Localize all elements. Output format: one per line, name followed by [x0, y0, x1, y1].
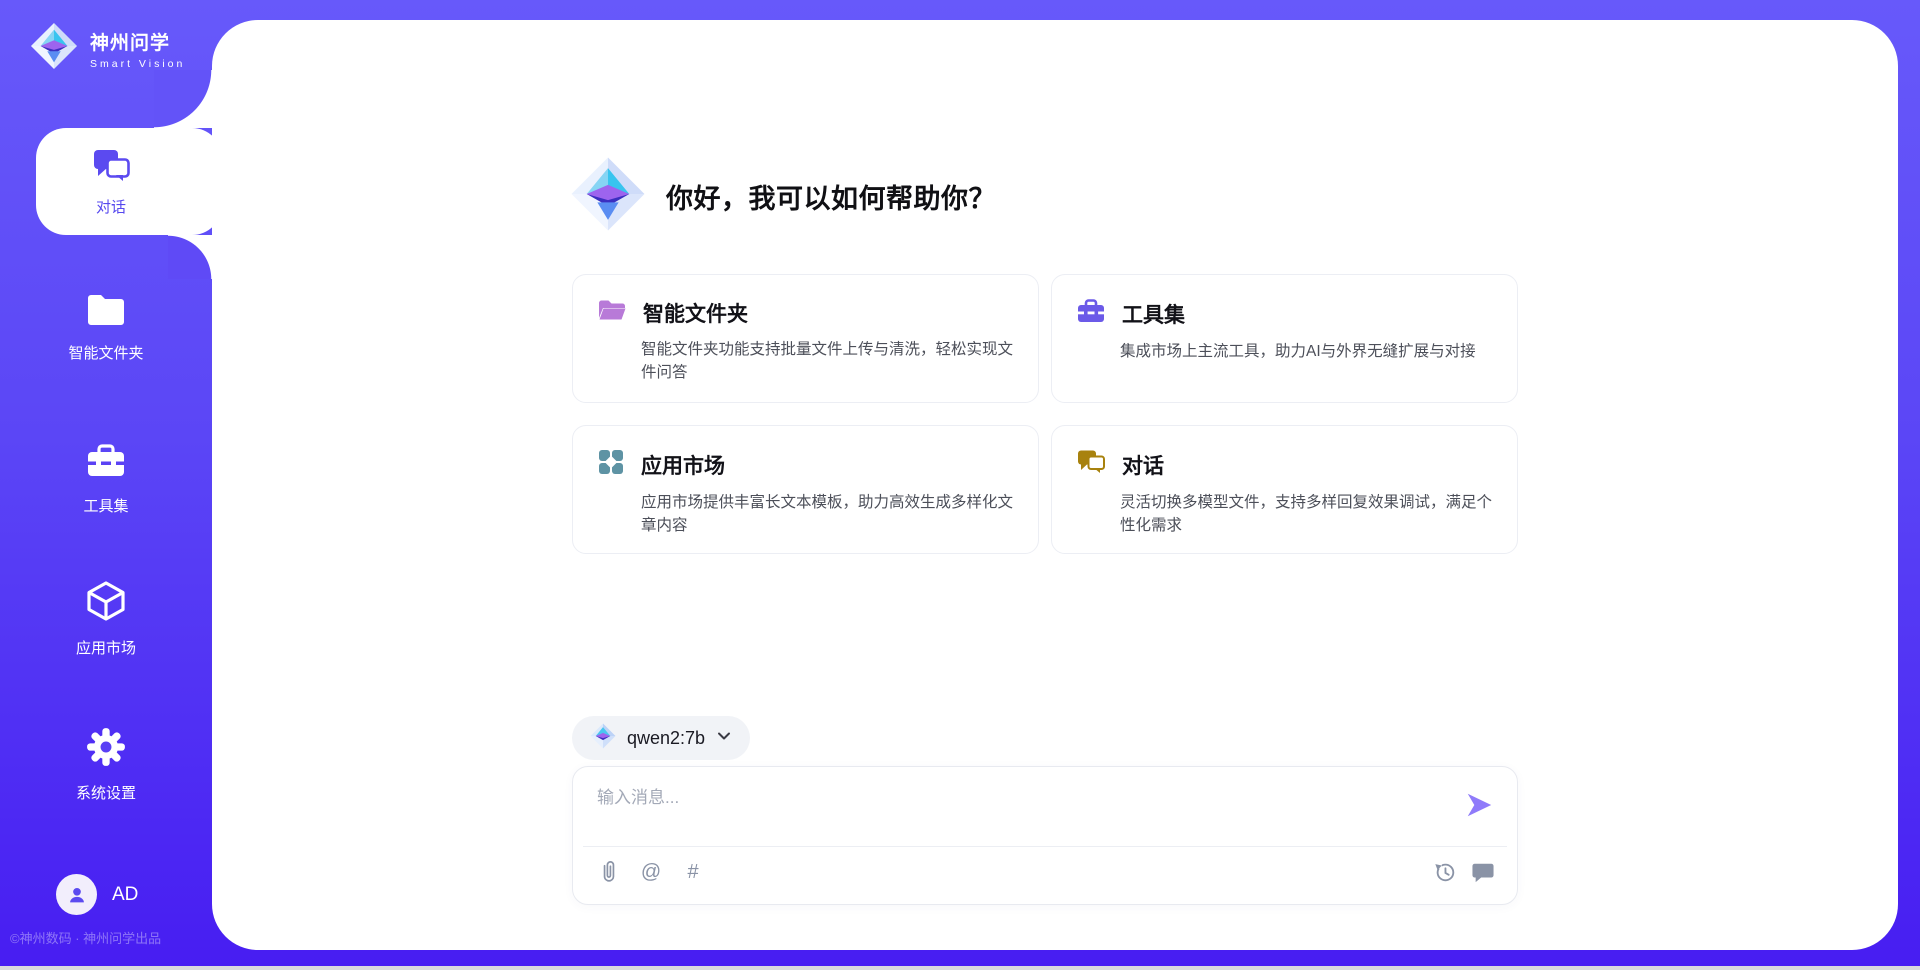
- app-window: 神州问学 Smart Vision 对话 智能文件夹: [0, 0, 1920, 970]
- sidebar-item-app-market[interactable]: 应用市场: [26, 579, 186, 658]
- card-description: 智能文件夹功能支持批量文件上传与清洗，轻松实现文件问答: [641, 338, 1014, 385]
- tab-fillet-top: [154, 70, 212, 128]
- user-initials: AD: [112, 884, 138, 906]
- at-icon: @: [641, 860, 661, 884]
- avatar: [56, 874, 97, 915]
- history-icon: [1433, 860, 1457, 884]
- sidebar-item-toolset[interactable]: 工具集: [26, 441, 186, 516]
- brand: 神州问学 Smart Vision: [30, 22, 185, 75]
- card-description: 集成市场上主流工具，助力AI与外界无缝扩展与对接: [1120, 340, 1493, 363]
- topic-button[interactable]: #: [681, 859, 705, 885]
- model-selector[interactable]: qwen2:7b: [572, 716, 750, 760]
- sidebar-item-chat[interactable]: 对话: [36, 128, 222, 235]
- composer-divider: [583, 846, 1507, 847]
- brand-logo-icon: [30, 22, 78, 75]
- user-account[interactable]: AD: [56, 874, 138, 915]
- page-bottom-edge: [0, 966, 1920, 970]
- attach-button[interactable]: [597, 859, 621, 885]
- folder-open-icon: [597, 297, 627, 328]
- card-title: 智能文件夹: [643, 298, 748, 328]
- chat-bubbles-icon: [1076, 448, 1106, 481]
- sidebar-item-label: 智能文件夹: [68, 342, 143, 363]
- sidebar-item-label: 对话: [96, 196, 126, 217]
- send-button[interactable]: [1463, 789, 1495, 821]
- feature-cards: 智能文件夹 智能文件夹功能支持批量文件上传与清洗，轻松实现文件问答 工具集 集成…: [572, 274, 1518, 554]
- brand-name: 神州问学: [90, 28, 185, 55]
- card-toolset[interactable]: 工具集 集成市场上主流工具，助力AI与外界无缝扩展与对接: [1051, 274, 1518, 403]
- toolbox-icon: [85, 441, 127, 486]
- model-logo-icon: [590, 723, 616, 754]
- chat-bubbles-icon: [91, 147, 131, 188]
- card-smart-folder[interactable]: 智能文件夹 智能文件夹功能支持批量文件上传与清洗，轻松实现文件问答: [572, 274, 1039, 403]
- card-title: 对话: [1122, 450, 1164, 480]
- sidebar-item-label: 工具集: [83, 495, 128, 516]
- tab-fillet-bottom: [168, 235, 212, 279]
- cube-icon: [84, 579, 128, 628]
- send-icon: [1464, 790, 1494, 820]
- gear-icon: [85, 726, 127, 773]
- brand-subtitle: Smart Vision: [90, 58, 185, 70]
- greeting: 你好，我可以如何帮助你？: [570, 156, 996, 237]
- chevron-down-icon: [716, 728, 732, 749]
- card-title: 工具集: [1122, 299, 1185, 329]
- card-chat[interactable]: 对话 灵活切换多模型文件，支持多样回复效果调试，满足个性化需求: [1051, 425, 1518, 554]
- apps-grid-icon: [597, 448, 625, 481]
- mention-button[interactable]: @: [639, 859, 663, 885]
- folder-icon: [85, 292, 127, 333]
- toolbox-icon: [1076, 297, 1106, 330]
- paperclip-icon: [601, 860, 617, 884]
- card-app-market[interactable]: 应用市场 应用市场提供丰富长文本模板，助力高效生成多样化文章内容: [572, 425, 1039, 554]
- greeting-title: 你好，我可以如何帮助你？: [666, 177, 996, 216]
- history-button[interactable]: [1433, 859, 1457, 885]
- sidebar-item-settings[interactable]: 系统设置: [26, 726, 186, 803]
- sidebar-item-label: 系统设置: [76, 782, 136, 803]
- sidebar-item-label: 应用市场: [76, 637, 136, 658]
- assistant-logo-icon: [570, 156, 646, 237]
- speech-bubble-icon: [1472, 861, 1494, 883]
- footer-credit: ©神州数码 · 神州问学出品: [10, 928, 161, 947]
- sidebar-item-smart-folder[interactable]: 智能文件夹: [26, 292, 186, 363]
- card-description: 应用市场提供丰富长文本模板，助力高效生成多样化文章内容: [641, 491, 1014, 538]
- feedback-button[interactable]: [1471, 859, 1495, 885]
- card-description: 灵活切换多模型文件，支持多样回复效果调试，满足个性化需求: [1120, 491, 1493, 538]
- hash-icon: #: [687, 860, 698, 884]
- message-input[interactable]: [597, 783, 1437, 837]
- card-title: 应用市场: [641, 450, 725, 480]
- person-icon: [66, 884, 88, 906]
- model-name: qwen2:7b: [627, 728, 705, 749]
- message-composer: @ #: [572, 766, 1518, 905]
